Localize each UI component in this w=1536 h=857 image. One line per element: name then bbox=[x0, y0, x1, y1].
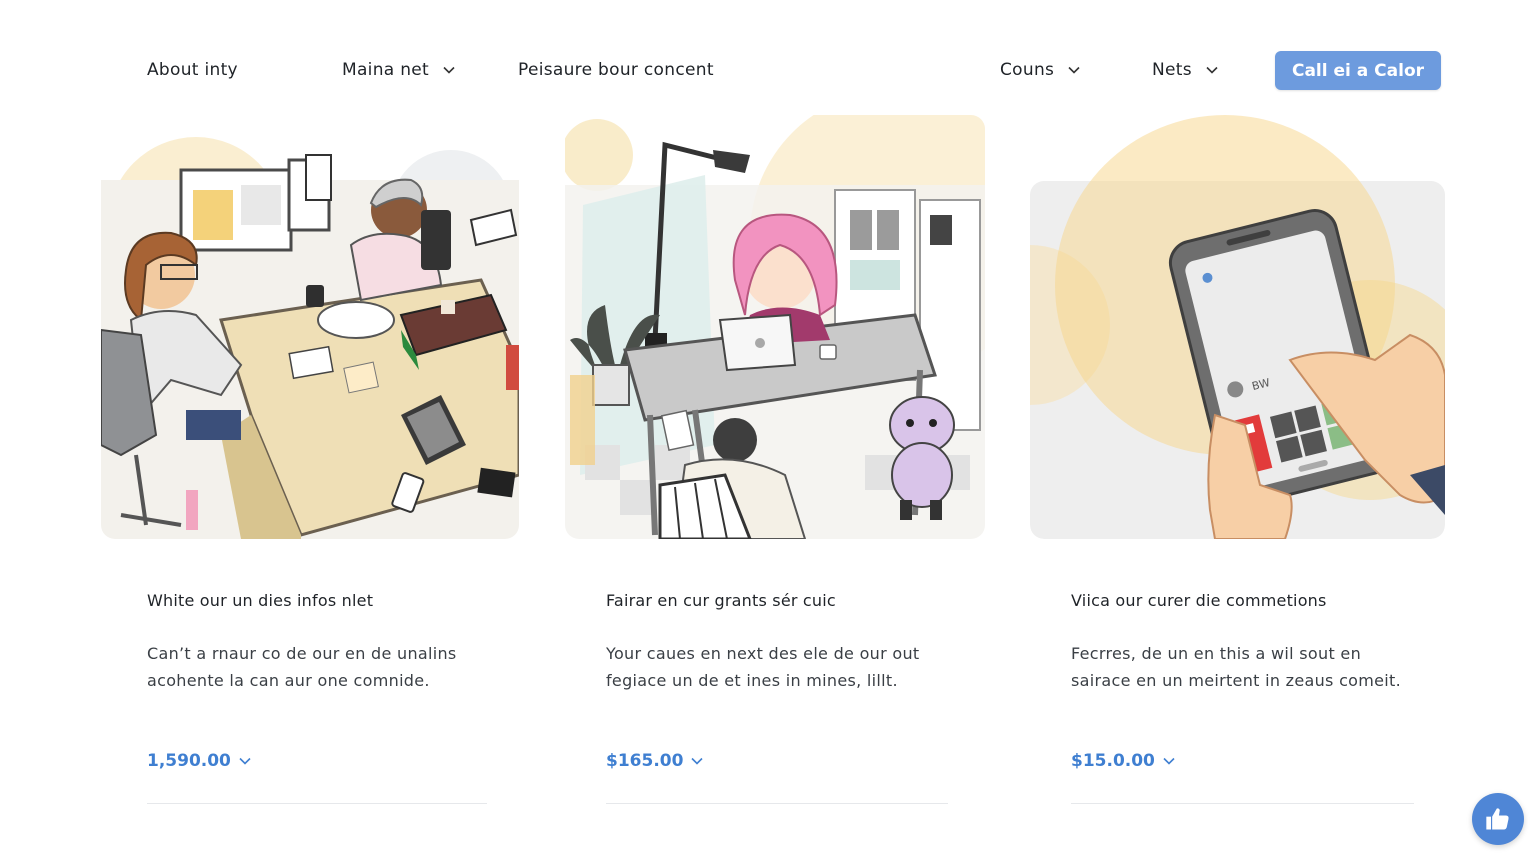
chevron-down-icon bbox=[691, 757, 704, 765]
nav-item-label: About inty bbox=[147, 60, 238, 80]
nav-item-label: Couns bbox=[1000, 60, 1055, 80]
card-price-dropdown[interactable]: $165.00 bbox=[606, 751, 704, 771]
card-description-line: Can’t a rnaur co de our en de unalins bbox=[147, 644, 457, 663]
card-description-line: Fecrres, de un en this a wil sout en bbox=[1071, 644, 1362, 663]
call-to-action-button[interactable]: Call ei a Calor bbox=[1275, 51, 1441, 90]
card-title: Viica our curer die commetions bbox=[1071, 591, 1327, 610]
desk-laptop-illustration bbox=[565, 115, 985, 539]
card-divider bbox=[1071, 803, 1414, 804]
cta-label: Call ei a Calor bbox=[1291, 60, 1425, 81]
nav-item-maina-net[interactable]: Maina net bbox=[342, 60, 455, 80]
card-description-line: fegiace un de et ines in mines, lillt. bbox=[606, 671, 898, 690]
nav-item-about[interactable]: About inty bbox=[147, 60, 238, 80]
chevron-down-icon bbox=[1163, 757, 1175, 765]
card-description: Fecrres, de un en this a wil sout en sai… bbox=[1071, 640, 1491, 694]
card-price: 1,590.00 bbox=[147, 751, 231, 771]
card-description-line: sairace en un meirtent in zeaus comeit. bbox=[1071, 671, 1402, 690]
nav-item-couns[interactable]: Couns bbox=[1000, 60, 1080, 80]
card-title: Fairar en cur grants sér cuic bbox=[606, 591, 836, 610]
chevron-down-icon bbox=[239, 757, 251, 765]
card-price: $165.00 bbox=[606, 751, 684, 771]
card-divider bbox=[147, 803, 487, 804]
card-title: White our un dies infos nlet bbox=[147, 591, 374, 610]
card-description-line: Your caues en next des ele de our out bbox=[606, 644, 920, 663]
card-price: $15.0.00 bbox=[1071, 751, 1155, 771]
card-divider bbox=[606, 803, 948, 804]
thumbs-up-icon bbox=[1486, 808, 1509, 830]
phone-hands-illustration: BW bbox=[1030, 115, 1445, 539]
chevron-down-icon bbox=[1068, 66, 1080, 74]
card-description-line: acohente la can aur one comnide. bbox=[147, 671, 430, 690]
nav-item-label: Nets bbox=[1152, 60, 1192, 80]
office-team-illustration bbox=[101, 115, 519, 539]
card-price-dropdown[interactable]: $15.0.00 bbox=[1071, 751, 1175, 771]
chevron-down-icon bbox=[443, 66, 455, 74]
like-button[interactable] bbox=[1472, 793, 1524, 845]
nav-item-label: Maina net bbox=[342, 60, 430, 80]
nav-item-peisaure[interactable]: Peisaure bour concent bbox=[518, 60, 714, 80]
nav-item-label: Peisaure bour concent bbox=[518, 60, 714, 80]
card-description: Can’t a rnaur co de our en de unalins ac… bbox=[147, 640, 567, 694]
chevron-down-icon bbox=[1206, 66, 1218, 74]
card-price-dropdown[interactable]: 1,590.00 bbox=[147, 751, 251, 771]
nav-item-nets[interactable]: Nets bbox=[1152, 60, 1218, 80]
card-description: Your caues en next des ele de our out fe… bbox=[606, 640, 1026, 694]
